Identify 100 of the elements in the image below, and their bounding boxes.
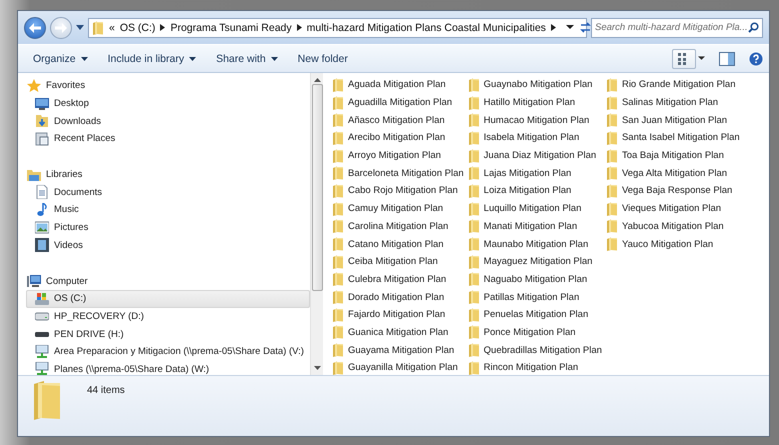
folder-item[interactable]: Guaynabo Mitigation Plan [468, 76, 602, 94]
search-field[interactable]: Search multi-hazard Mitigation Pla... [591, 18, 763, 38]
navigation-item[interactable]: OS (C:) [26, 290, 310, 308]
folder-item[interactable]: Aguada Mitigation Plan [332, 76, 464, 94]
folder-item[interactable]: Barceloneta Mitigation Plan [332, 164, 464, 182]
back-button[interactable] [24, 16, 46, 38]
navigation-item[interactable]: Documents [26, 183, 310, 202]
recent-pages-caret-icon[interactable] [76, 24, 84, 30]
preview-pane-icon[interactable] [719, 52, 735, 66]
refresh-icon[interactable] [578, 21, 592, 34]
toolbar-button[interactable]: Share with [207, 50, 287, 68]
folder-item[interactable]: Penuelas Mitigation Plan [468, 306, 602, 324]
navigation-item[interactable]: PEN DRIVE (H:) [26, 325, 310, 343]
folder-item[interactable]: Yauco Mitigation Plan [606, 235, 740, 253]
folder-item[interactable]: Ponce Mitigation Plan [468, 324, 602, 342]
overflow-button[interactable]: « [109, 22, 115, 34]
scroll-up-arrow-icon[interactable] [314, 77, 320, 82]
folder-item[interactable]: Juana Diaz Mitigation Plan [468, 146, 602, 164]
navigation-item[interactable]: Planes (\\prema-05\Share Data) (W:) [26, 360, 310, 375]
navigation-item[interactable]: Area Preparacion y Mitigacion (\\prema-05\Share Data) (V:) [26, 342, 310, 361]
folder-item[interactable]: Catano Mitigation Plan [332, 235, 464, 253]
folder-item[interactable]: Isabela Mitigation Plan [468, 129, 602, 147]
folder-item[interactable]: Vieques Mitigation Plan [606, 200, 740, 218]
folder-item[interactable]: Santa Isabel Mitigation Plan [606, 129, 740, 147]
folder-item[interactable]: Naguabo Mitigation Plan [468, 270, 602, 288]
toolbar-button[interactable]: New folder [288, 50, 357, 68]
folder-item[interactable]: Maunabo Mitigation Plan [468, 235, 602, 253]
navigation-item[interactable]: Music [26, 201, 310, 219]
folder-item[interactable]: Arecibo Mitigation Plan [332, 129, 464, 147]
navigation-item[interactable]: Favorites [26, 77, 310, 95]
folder-item[interactable]: Cabo Rojo Mitigation Plan [332, 182, 464, 200]
scroll-down-arrow-icon[interactable] [314, 366, 320, 371]
folder-item[interactable]: Manati Mitigation Plan [468, 218, 602, 236]
navigation-item[interactable]: Libraries [26, 166, 310, 184]
dropdown-caret-icon[interactable] [566, 25, 574, 30]
folder-icon [606, 113, 618, 128]
chevron-icon[interactable] [550, 24, 556, 31]
folder-icon [332, 148, 344, 163]
folder-icon [468, 184, 480, 198]
folder-item[interactable]: Arroyo Mitigation Plan [332, 146, 464, 164]
folder-icon [332, 290, 344, 304]
folder-item[interactable]: Carolina Mitigation Plan [332, 218, 464, 236]
folder-item[interactable]: Dorado Mitigation Plan [332, 288, 464, 306]
folder-item[interactable]: Mayaguez Mitigation Plan [468, 252, 602, 271]
folder-item[interactable]: Aguadilla Mitigation Plan [332, 94, 464, 112]
search-icon[interactable] [748, 22, 759, 33]
breadcrumb-item[interactable]: Programa Tsunami Ready [170, 22, 292, 34]
folder-item[interactable]: Patillas Mitigation Plan [468, 288, 602, 306]
folder-item[interactable]: Salinas Mitigation Plan [606, 94, 740, 112]
folder-icon [468, 148, 480, 163]
navigation-item[interactable]: Pictures [26, 218, 310, 236]
folder-item[interactable]: Camuy Mitigation Plan [332, 200, 464, 218]
navigation-item[interactable]: Downloads [26, 112, 310, 130]
help-icon[interactable] [749, 52, 763, 66]
navigation-item[interactable]: Desktop [26, 94, 310, 112]
music-icon [35, 202, 49, 217]
toolbar-button[interactable]: Organize [24, 50, 97, 68]
toolbar-button[interactable]: Include in library [98, 50, 206, 68]
folder-item[interactable]: Rio Grande Mitigation Plan [606, 76, 740, 94]
navigation-item[interactable]: Computer [26, 272, 310, 290]
folder-item[interactable]: Ceiba Mitigation Plan [332, 252, 464, 271]
chevron-icon[interactable] [296, 24, 302, 31]
folder-item[interactable]: Guayanilla Mitigation Plan [332, 359, 464, 375]
folder-item[interactable]: San Juan Mitigation Plan [606, 111, 740, 130]
computer-icon [27, 274, 41, 288]
folder-item[interactable]: Lajas Mitigation Plan [468, 164, 602, 182]
folder-icon [468, 202, 480, 216]
folder-item[interactable]: Toa Baja Mitigation Plan [606, 146, 740, 164]
folder-item[interactable]: Quebradillas Mitigation Plan [468, 341, 602, 359]
folder-item[interactable]: Rincon Mitigation Plan [468, 359, 602, 375]
folder-icon [468, 343, 480, 358]
folder-icon [92, 20, 104, 34]
change-view-button[interactable] [672, 48, 696, 68]
chevron-icon[interactable] [160, 24, 166, 31]
folder-icon [332, 184, 344, 198]
folder-item[interactable]: Yabucoa Mitigation Plan [606, 218, 740, 236]
folder-item[interactable]: Loiza Mitigation Plan [468, 182, 602, 200]
folder-item[interactable]: Guanica Mitigation Plan [332, 324, 464, 342]
breadcrumb-item[interactable]: OS (C:) [120, 22, 156, 34]
folder-icon [332, 237, 344, 252]
folder-item[interactable]: Hatillo Mitigation Plan [468, 94, 602, 112]
folder-item[interactable]: Guayama Mitigation Plan [332, 341, 464, 359]
navigation-item[interactable]: HP_RECOVERY (D:) [26, 308, 310, 326]
folder-item[interactable]: Humacao Mitigation Plan [468, 111, 602, 130]
folder-item[interactable]: Fajardo Mitigation Plan [332, 306, 464, 324]
documents-icon [35, 185, 49, 200]
folder-item[interactable]: Luquillo Mitigation Plan [468, 200, 602, 218]
folder-item[interactable]: Vega Alta Mitigation Plan [606, 164, 740, 182]
navigation-item[interactable]: Videos [26, 236, 310, 254]
folder-icon [332, 343, 344, 358]
folder-item[interactable]: Añasco Mitigation Plan [332, 111, 464, 130]
navigation-item[interactable]: Recent Places [26, 130, 310, 148]
view-caret-icon[interactable] [698, 56, 705, 61]
scrollbar[interactable] [310, 73, 323, 375]
item-count: 44 items [87, 385, 125, 396]
folder-item[interactable]: Vega Baja Response Plan [606, 182, 740, 200]
breadcrumb-item[interactable]: multi-hazard Mitigation Plans Coastal Municipalities [306, 22, 546, 34]
folder-item[interactable]: Culebra Mitigation Plan [332, 270, 464, 288]
folder-icon [468, 290, 480, 304]
folder-icon [606, 184, 618, 198]
